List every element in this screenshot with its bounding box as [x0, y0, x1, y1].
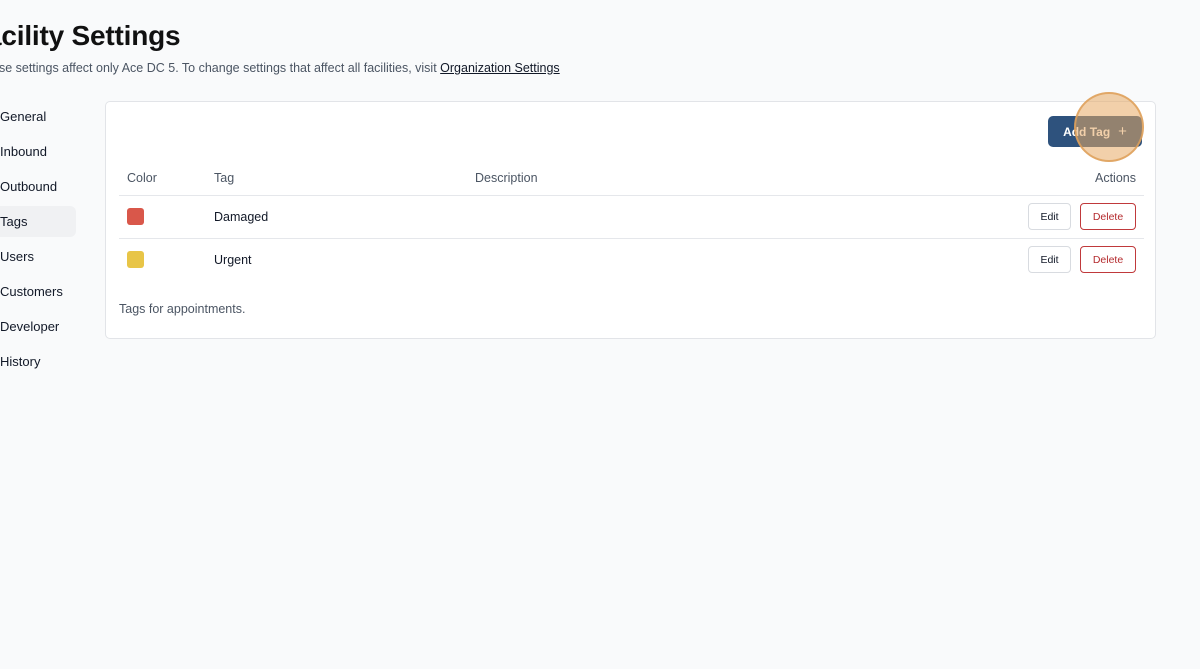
- sidebar-item-label: General: [0, 109, 47, 124]
- column-header-description: Description: [467, 162, 897, 196]
- sidebar-item-developer[interactable]: Developer: [0, 311, 76, 342]
- organization-settings-link[interactable]: Organization Settings: [440, 61, 560, 75]
- settings-sidebar: General Inbound Outbound Tags Users Cust…: [0, 101, 76, 381]
- table-header-row: Color Tag Description Actions: [119, 162, 1144, 196]
- page-subtitle: ese settings affect only Ace DC 5. To ch…: [0, 61, 560, 75]
- edit-button[interactable]: Edit: [1028, 246, 1071, 274]
- tag-name-cell: Damaged: [206, 195, 467, 239]
- description-cell: [467, 195, 897, 239]
- table-row: Damaged Edit Delete: [119, 195, 1144, 239]
- column-header-actions: Actions: [897, 162, 1144, 196]
- subtitle-text: ese settings affect only Ace DC 5. To ch…: [0, 61, 441, 75]
- edit-button[interactable]: Edit: [1028, 203, 1071, 230]
- column-header-color: Color: [119, 162, 206, 196]
- sidebar-item-label: Outbound: [0, 179, 58, 194]
- page-title: acility Settings: [0, 20, 181, 51]
- actions-cell: Edit Delete: [897, 238, 1144, 281]
- tags-panel: Add Tag + Color Tag Description Actions: [105, 92, 1156, 339]
- delete-button[interactable]: Delete: [1080, 246, 1136, 274]
- color-cell: [119, 238, 206, 281]
- sidebar-item-users[interactable]: Users: [0, 241, 76, 272]
- color-cell: [119, 195, 206, 239]
- delete-button[interactable]: Delete: [1080, 203, 1136, 230]
- description-cell: [467, 238, 897, 281]
- sidebar-item-general[interactable]: General: [0, 101, 76, 132]
- table-row: Urgent Edit Delete: [119, 238, 1144, 281]
- color-swatch: [127, 208, 144, 225]
- sidebar-item-tags[interactable]: Tags: [0, 206, 76, 237]
- actions-cell: Edit Delete: [897, 195, 1144, 239]
- sidebar-item-inbound[interactable]: Inbound: [0, 136, 76, 167]
- color-swatch: [127, 251, 144, 269]
- facility-settings-page: acility Settings ese settings affect onl…: [0, 0, 1200, 669]
- column-header-tag: Tag: [206, 162, 467, 196]
- tags-table: Color Tag Description Actions Damaged Ed…: [119, 162, 1144, 281]
- sidebar-item-label: Customers: [0, 284, 63, 299]
- tags-footer-note: Tags for appointments.: [119, 302, 246, 316]
- sidebar-item-outbound[interactable]: Outbound: [0, 171, 76, 202]
- sidebar-item-customers[interactable]: Customers: [0, 276, 76, 307]
- add-tag-button[interactable]: Add Tag +: [1048, 116, 1142, 147]
- sidebar-item-label: History: [0, 354, 41, 369]
- sidebar-item-label: Developer: [0, 319, 60, 334]
- plus-icon: +: [1118, 123, 1127, 140]
- sidebar-item-history[interactable]: History: [0, 346, 76, 377]
- add-tag-label: Add Tag: [1063, 124, 1111, 139]
- sidebar-item-label: Tags: [0, 214, 28, 229]
- tag-name-cell: Urgent: [214, 252, 252, 267]
- sidebar-item-label: Inbound: [0, 144, 47, 159]
- sidebar-item-label: Users: [0, 249, 34, 264]
